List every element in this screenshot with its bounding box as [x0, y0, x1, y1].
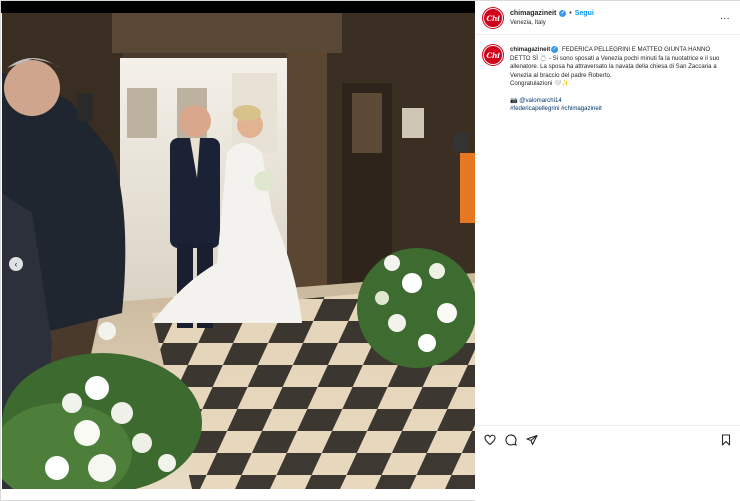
- verified-badge-icon: ✓: [559, 10, 567, 17]
- post-header: Chi chimagazineit ✓ • Segui Venezia, Ita…: [475, 1, 740, 35]
- photographer-mention-link[interactable]: @valomarchi14: [519, 97, 561, 104]
- brand-logo-text: Chi: [486, 50, 500, 60]
- camera-emoji: 📷: [510, 96, 518, 104]
- post-side-panel: Chi chimagazineit ✓ • Segui Venezia, Ita…: [475, 1, 740, 501]
- username-link[interactable]: chimagazineit: [510, 10, 556, 17]
- share-icon[interactable]: [526, 434, 538, 446]
- post-author: chimagazineit ✓ • Segui: [510, 10, 594, 17]
- chevron-left-icon: ‹: [14, 259, 18, 269]
- caption-emoji: 🤍✨: [554, 80, 570, 88]
- follow-button[interactable]: Segui: [575, 10, 594, 17]
- caption-text: chimagazineit ✓ FEDERICA PELLEGRINI E MAT…: [510, 46, 732, 114]
- location-link[interactable]: Venezia, Italy: [510, 20, 546, 26]
- avatar[interactable]: Chi: [483, 8, 503, 28]
- more-options-icon[interactable]: ...: [720, 12, 730, 22]
- wedding-photo: [2, 13, 475, 489]
- brand-logo-text: Chi: [486, 13, 500, 23]
- heart-icon[interactable]: [484, 434, 496, 446]
- comment-icon[interactable]: [505, 434, 517, 446]
- caption-congrats: Congratulazioni: [510, 80, 553, 88]
- caption-username[interactable]: chimagazineit: [510, 46, 550, 53]
- hashtags-link[interactable]: #federicapellegrini #chimagazineit: [510, 105, 732, 114]
- post-actions: [475, 425, 740, 453]
- media-top-bar: [1, 1, 475, 13]
- bookmark-icon[interactable]: [720, 434, 732, 446]
- verified-badge-icon: ✓: [551, 46, 559, 53]
- separator: •: [569, 10, 572, 17]
- previous-slide-button[interactable]: ‹: [9, 257, 23, 271]
- avatar[interactable]: Chi: [483, 45, 503, 65]
- post-media[interactable]: ‹: [2, 13, 475, 489]
- instagram-post-modal: ‹ Chi chimagazineit ✓ • Segui Venezia, I…: [0, 0, 740, 501]
